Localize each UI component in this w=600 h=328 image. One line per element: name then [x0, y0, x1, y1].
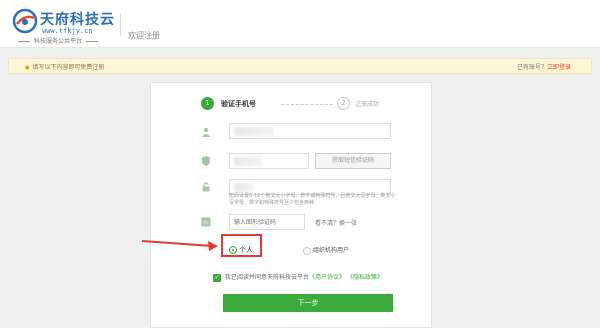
login-prompt: 已有账号？立即登录 — [517, 62, 571, 71]
radio-organization-label: 组织机构用户 — [313, 247, 350, 254]
step-2-label: 注册成功 — [355, 101, 380, 108]
logo-url: www.tfkjy.cn — [42, 27, 93, 35]
password-hint: 密码设置6-16个英文大小字母、数字或特殊符号，且英文大写字母、英文小写字母、数… — [229, 193, 396, 206]
phone-field[interactable] — [229, 123, 391, 139]
phone-value-redacted — [234, 127, 274, 136]
radio-organization-dot[interactable] — [303, 246, 311, 255]
agreement-text: 我已阅读并同意天府科技云平台 — [225, 274, 310, 281]
captcha-input[interactable] — [230, 215, 304, 229]
step-1-number: 1 — [201, 97, 214, 110]
lock-icon — [201, 182, 211, 192]
sms-value-redacted — [234, 157, 262, 166]
radio-organization[interactable]: 组织机构用户 — [303, 245, 349, 255]
radio-personal-dot[interactable] — [229, 246, 237, 254]
get-sms-code-button[interactable]: 获取短信验证码 — [315, 153, 391, 169]
privacy-policy-link[interactable]: 《隐私政策》 — [347, 274, 383, 281]
password-value-redacted — [234, 183, 254, 192]
login-link[interactable]: 立即登录 — [547, 64, 571, 71]
notice-bar: 填写以下内容即可免费注册 已有账号？立即登录 — [8, 58, 592, 74]
captcha-field[interactable] — [229, 214, 305, 230]
logo-mark-icon — [12, 8, 38, 34]
step-register-success: 2 注册成功 — [337, 97, 379, 110]
step-connector — [281, 104, 333, 105]
svg-text:in: in — [203, 220, 209, 227]
user-agreement-link[interactable]: 《用户协议》 — [309, 274, 345, 281]
logo-subtitle: 科技服务公共平台 — [14, 36, 102, 45]
shield-icon — [201, 156, 211, 166]
register-card: 1 验证手机号 2 注册成功 获取短信验证码 密码设置6-16个英文大小字母、数… — [150, 82, 432, 328]
captcha-refresh-tip[interactable]: 看不清？换一张 — [315, 218, 357, 227]
logo-title: 天府科技云 — [40, 12, 115, 28]
page-title: 欢迎注册 — [128, 31, 160, 40]
notice-text: 填写以下内容即可免费注册 — [25, 62, 104, 71]
agreement-row: ✓ 我已阅读并同意天府科技云平台《用户协议》 《隐私政策》 — [213, 272, 383, 282]
radio-personal[interactable]: 个人 — [229, 245, 253, 255]
login-prompt-text: 已有账号？ — [516, 64, 547, 71]
radio-personal-label: 个人 — [239, 246, 253, 254]
step-2-number: 2 — [337, 97, 350, 110]
step-verify-phone: 1 验证手机号 — [201, 97, 256, 110]
sms-code-field[interactable] — [229, 153, 309, 169]
agreement-checkbox[interactable]: ✓ — [213, 273, 221, 282]
title-divider — [120, 14, 121, 36]
next-step-button[interactable]: 下一步 — [223, 294, 393, 312]
step-1-label: 验证手机号 — [221, 100, 256, 108]
captcha-icon: in — [201, 217, 211, 227]
site-header: 天府科技云 www.tfkjy.cn 科技服务公共平台 欢迎注册 — [0, 0, 600, 48]
user-icon — [201, 127, 211, 137]
